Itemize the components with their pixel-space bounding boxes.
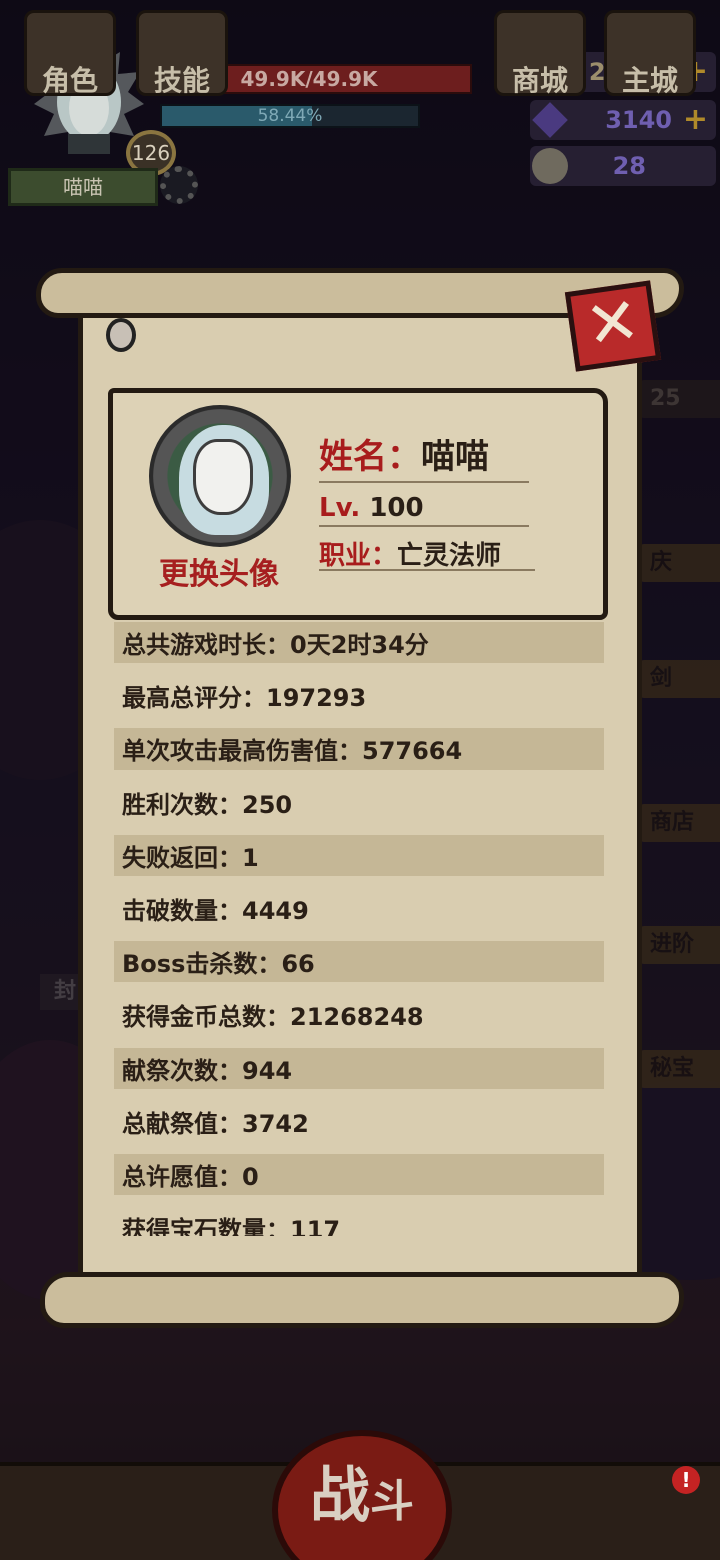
notification-badge: !	[672, 1466, 700, 1494]
player-name-ribbon: 喵喵	[8, 168, 158, 206]
crystal-counter[interactable]: 3140 +	[530, 100, 716, 140]
battle-label-2: 斗	[370, 1476, 414, 1527]
stat-kills: 击破数量：4449	[114, 882, 604, 935]
skull-counter: 28	[530, 146, 716, 186]
name-label: 姓名：	[319, 437, 421, 477]
crystal-icon	[532, 102, 568, 138]
pin-icon	[106, 318, 136, 352]
stat-text: 失败返回：1	[122, 843, 259, 872]
player-info-scroll: ✕ 更换头像 姓名：喵喵 Lv. 100 职业：亡灵法师 总共游戏时长：0天2时…	[30, 262, 690, 1352]
job-value: 亡灵法师	[397, 541, 502, 571]
name-value: 喵喵	[421, 437, 489, 477]
stat-text: 总许愿值：0	[122, 1162, 259, 1191]
stat-sacrifice-count: 献祭次数：944	[114, 1042, 604, 1095]
stat-wish-total: 总许愿值：0	[114, 1148, 604, 1201]
stat-text: 总献祭值：3742	[122, 1109, 309, 1138]
stat-text: 最高总评分：197293	[122, 684, 367, 713]
job-label: 职业：	[319, 541, 398, 571]
divider	[319, 481, 529, 483]
level-value: 100	[369, 493, 424, 523]
name-row: 姓名：喵喵	[319, 429, 489, 478]
stat-top-score: 最高总评分：197293	[114, 669, 604, 722]
stat-text: 总共游戏时长：0天2时34分	[122, 631, 429, 660]
stat-text: 胜利次数：250	[122, 790, 293, 819]
stat-text: 单次攻击最高伤害值：577664	[122, 737, 463, 766]
profile-card: 更换头像 姓名：喵喵 Lv. 100 职业：亡灵法师	[108, 388, 608, 620]
battle-label-1: 战	[310, 1461, 370, 1531]
stat-play-time: 总共游戏时长：0天2时34分	[114, 616, 604, 669]
nav-skill-button[interactable]: 技能	[136, 10, 228, 97]
job-row: 职业：亡灵法师	[319, 535, 501, 572]
game-screen: 25 庆 剑 商店 进阶 秘宝 封 126 喵喵 49.9K/49.9K 58.…	[0, 0, 720, 1560]
nav-role-label: 角色	[41, 64, 98, 97]
stat-text: 获得宝石数量：117	[122, 1216, 341, 1236]
settings-gear-icon[interactable]	[160, 166, 198, 204]
stat-max-damage: 单次攻击最高伤害值：577664	[114, 722, 604, 775]
nav-shop-button[interactable]: 商城	[494, 10, 586, 97]
stat-defeats: 失败返回：1	[114, 829, 604, 882]
close-button[interactable]: ✕	[564, 280, 662, 372]
nav-city-button[interactable]: 主城	[604, 10, 696, 97]
stat-gems-earned: 获得宝石数量：117	[114, 1201, 604, 1236]
stat-wins: 胜利次数：250	[114, 776, 604, 829]
skull-value: 28	[612, 152, 646, 180]
nav-skill-label: 技能	[153, 64, 210, 97]
nav-shop-label: 商城	[511, 64, 568, 97]
stats-list[interactable]: 总共游戏时长：0天2时34分 最高总评分：197293 单次攻击最高伤害值：57…	[114, 616, 604, 1236]
avatar-face-icon	[193, 439, 253, 515]
nav-city-label: 主城	[621, 64, 678, 97]
stat-text: 献祭次数：944	[122, 1056, 293, 1085]
stat-text: Boss击杀数：66	[122, 950, 315, 979]
hp-text: 49.9K/49.9K	[240, 67, 378, 91]
xp-text: 58.44%	[257, 106, 323, 126]
xp-bar: 58.44%	[160, 104, 420, 128]
crystal-value: 3140	[605, 106, 672, 134]
stat-gold-earned: 获得金币总数：21268248	[114, 988, 604, 1041]
scroll-bottom-roll	[40, 1272, 684, 1328]
divider	[319, 569, 535, 571]
level-row: Lv. 100	[319, 493, 424, 523]
stat-text: 击破数量：4449	[122, 897, 309, 926]
stat-boss-kills: Boss击杀数：66	[114, 935, 604, 988]
level-label: Lv.	[319, 493, 361, 523]
add-crystal-button[interactable]: +	[683, 100, 708, 140]
profile-avatar-frame[interactable]	[149, 405, 291, 547]
divider	[319, 525, 529, 527]
nav-role-button[interactable]: 角色	[24, 10, 116, 97]
skull-icon	[532, 148, 568, 184]
stat-text: 获得金币总数：21268248	[122, 1003, 424, 1032]
stat-sacrifice-total: 总献祭值：3742	[114, 1095, 604, 1148]
change-avatar-button[interactable]: 更换头像	[159, 549, 279, 593]
